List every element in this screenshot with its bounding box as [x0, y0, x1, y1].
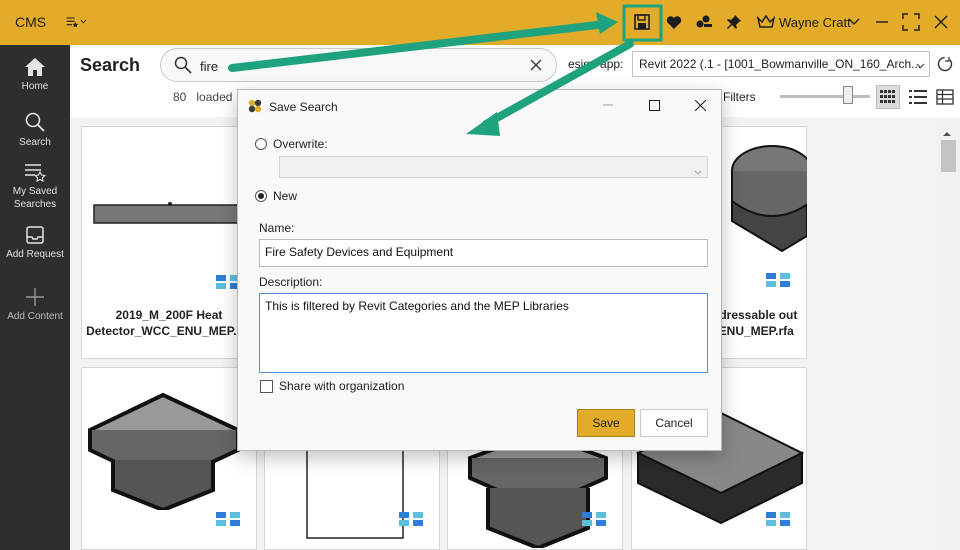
sidebar-item-label: My Saved Searches	[12, 186, 58, 210]
inbox-icon	[26, 226, 44, 244]
maximize-icon[interactable]	[631, 90, 677, 120]
overwrite-label: Overwrite:	[273, 137, 328, 151]
name-field[interactable]: Fire Safety Devices and Equipment	[259, 239, 708, 267]
content-card[interactable]	[81, 367, 257, 550]
zoom-slider-thumb[interactable]	[843, 86, 853, 104]
minimize-icon[interactable]	[585, 90, 631, 120]
revit-badge-icon	[766, 273, 790, 287]
design-app-label: esign app:	[568, 57, 624, 71]
share-icon[interactable]	[694, 12, 714, 32]
save-icon[interactable]	[632, 12, 652, 32]
minimize-icon[interactable]	[872, 12, 892, 32]
list-view-icon[interactable]	[906, 85, 930, 109]
sidebar-item-home[interactable]: Home	[0, 57, 70, 93]
card-title: ddressable out _ENU_MEP.rfa	[712, 308, 798, 338]
save-button[interactable]: Save	[577, 409, 635, 437]
content-card[interactable]: 2019_M_200F Heat Detector_WCC_ENU_MEP.rf…	[81, 126, 257, 359]
revit-badge-icon	[582, 512, 606, 526]
revit-badge-icon	[399, 512, 423, 526]
maximize-icon[interactable]	[901, 12, 921, 32]
home-icon	[25, 58, 45, 76]
pin-icon[interactable]	[724, 12, 744, 32]
grid-view-icon[interactable]	[876, 85, 900, 109]
search-icon	[174, 56, 192, 77]
search-icon	[25, 112, 45, 132]
app-logo: CMS	[15, 14, 47, 30]
cancel-button[interactable]: Cancel	[640, 409, 708, 437]
user-name[interactable]: Wayne Cratt	[779, 15, 851, 30]
results-scrollbar[interactable]	[937, 120, 960, 550]
save-search-dialog: Save Search Overwrite: New Name: Fire Sa…	[237, 89, 722, 451]
sidebar-item-label: Home	[21, 81, 49, 92]
plus-icon	[26, 288, 44, 306]
name-label: Name:	[259, 221, 295, 235]
zoom-slider-track[interactable]	[780, 95, 870, 98]
sidebar-item-add-content[interactable]: Add Content	[0, 287, 70, 323]
heart-icon[interactable]	[664, 12, 684, 32]
sidebar: Home Search My Saved Searches Add Reques…	[0, 45, 70, 550]
table-view-icon[interactable]	[933, 85, 957, 109]
chevron-down-icon[interactable]	[694, 164, 702, 178]
sidebar-item-label: Add Request	[6, 249, 64, 260]
saved-searches-icon	[25, 164, 46, 182]
refresh-icon[interactable]	[936, 55, 954, 76]
scrollbar-thumb[interactable]	[941, 140, 956, 172]
overwrite-radio[interactable]	[255, 138, 267, 150]
revit-badge-icon	[766, 512, 790, 526]
design-app-select[interactable]: Revit 2022 (.1 - [1001_Bowmanville_ON_16…	[632, 51, 930, 77]
app-icon	[248, 99, 262, 113]
revit-badge-icon	[216, 512, 240, 526]
page-title: Search	[80, 55, 141, 75]
share-checkbox[interactable]	[260, 380, 273, 393]
chevron-down-icon[interactable]	[916, 58, 925, 72]
chevron-up-icon[interactable]	[942, 126, 952, 140]
favorites-filter-icon[interactable]	[66, 12, 86, 32]
close-icon[interactable]	[677, 90, 723, 120]
search-input[interactable]	[160, 48, 557, 82]
new-label: New	[273, 189, 298, 203]
sidebar-item-search[interactable]: Search	[0, 111, 70, 149]
dialog-title: Save Search	[269, 100, 338, 114]
card-title: 2019_M_200F Heat Detector_WCC_ENU_MEP.rf…	[86, 308, 252, 338]
description-field[interactable]: This is filtered by Revit Categories and…	[259, 293, 708, 373]
clear-search-icon[interactable]	[530, 59, 542, 74]
sidebar-item-add-request[interactable]: Add Request	[0, 225, 70, 261]
share-label: Share with organization	[279, 379, 405, 393]
results-count: 80 loaded	[173, 90, 233, 104]
sidebar-item-saved-searches[interactable]: My Saved Searches	[0, 162, 70, 211]
close-icon[interactable]	[931, 12, 951, 32]
chevron-down-icon[interactable]	[844, 12, 864, 32]
sidebar-item-label: Add Content	[7, 311, 63, 322]
crown-icon	[756, 12, 776, 32]
search-input-value[interactable]: fire	[200, 59, 218, 74]
new-radio[interactable]	[255, 190, 267, 202]
sidebar-item-label: Search	[19, 137, 51, 148]
description-label: Description:	[259, 275, 323, 289]
overwrite-select[interactable]	[279, 156, 708, 178]
